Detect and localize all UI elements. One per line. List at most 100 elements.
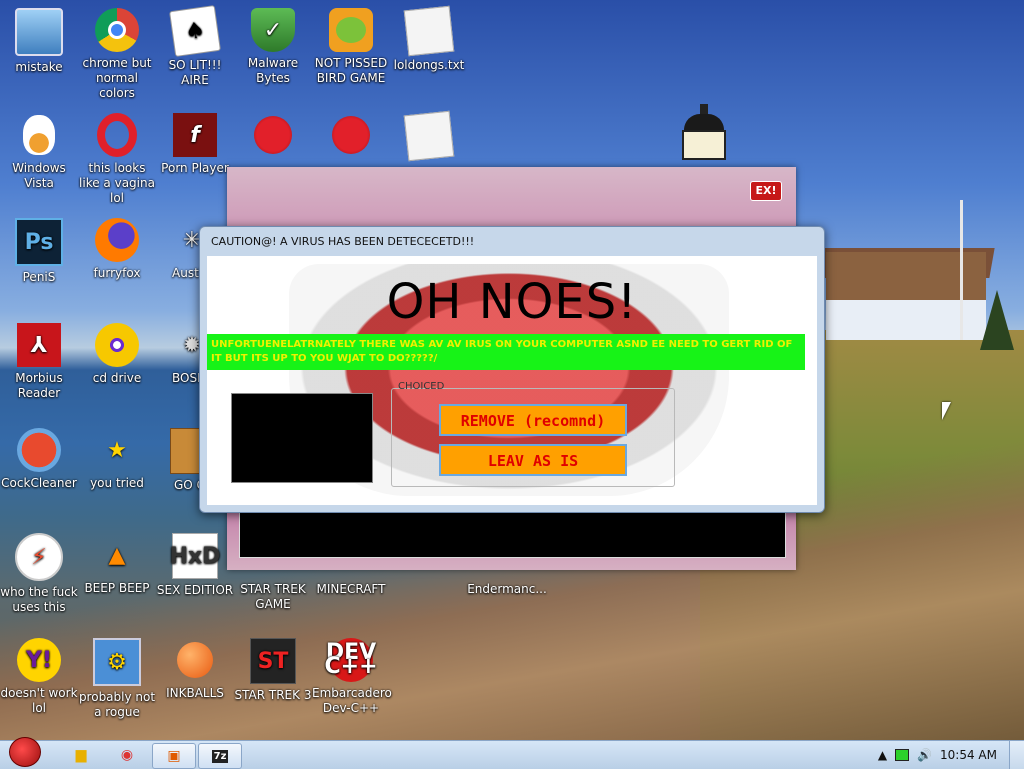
desktop-icon-you-tried[interactable]: ★ you tried bbox=[78, 428, 156, 491]
mouse-cursor bbox=[942, 402, 951, 420]
shield-icon: ✓ bbox=[251, 8, 295, 52]
desktop-icon-label: INKBALLS bbox=[166, 686, 224, 700]
star-trek-icon: ST bbox=[250, 638, 296, 684]
desktop-icon-star-trek-game[interactable]: STAR TREK GAME bbox=[234, 582, 312, 612]
desktop-icon-label: MINECRAFT bbox=[316, 582, 386, 596]
firefox-icon bbox=[95, 218, 139, 262]
windows-explorer-icon: ▆ bbox=[75, 747, 87, 763]
angry-bird-icon bbox=[251, 113, 295, 157]
desktop-icon-photoshop[interactable]: Ps PeniS bbox=[0, 218, 78, 285]
choice-group: CHOICED REMOVE (recomnd) LEAV AS IS bbox=[391, 381, 675, 487]
desktop-icon-cd-drive[interactable]: cd drive bbox=[78, 323, 156, 386]
desktop-icon-sex-editior[interactable]: HxD SEX EDITIOR bbox=[156, 533, 234, 598]
text-file-icon bbox=[403, 110, 455, 162]
desktop-icon-loldongs[interactable]: loldongs.txt bbox=[390, 5, 468, 73]
desktop-icon-label: you tried bbox=[90, 476, 144, 490]
desktop-icon-windows-vista[interactable]: Windows Vista bbox=[0, 113, 78, 191]
taskbar-7zip[interactable]: 7z bbox=[198, 743, 242, 769]
desktop-icon-label: SO LIT!!! AIRE bbox=[168, 58, 222, 87]
desktop-icon-bomb-sim[interactable]: ✹ BOSI SIMULA bbox=[156, 323, 200, 386]
desktop-icon-label: furryfox bbox=[93, 266, 141, 280]
egg-icon bbox=[17, 113, 61, 157]
cards-icon: ♠ bbox=[169, 5, 221, 57]
desktop-icon-solitaire[interactable]: ♠ SO LIT!!! AIRE bbox=[156, 5, 234, 88]
desktop-icon-minecraft[interactable]: MINECRAFT bbox=[312, 582, 390, 597]
desktop-icon-inkballs[interactable]: INKBALLS bbox=[156, 638, 234, 701]
desktop-icon-star-trek-3[interactable]: ST STAR TREK 3 bbox=[234, 638, 312, 703]
desktop-icon-label: cd drive bbox=[92, 371, 142, 385]
desktop-icon-chrome[interactable]: chrome but normal colors bbox=[78, 8, 156, 101]
desktop-icon-label: BOSI SIMULA bbox=[172, 371, 200, 385]
vlc-cone-icon: ▲ bbox=[108, 542, 126, 568]
desktop-icon-malwarebytes[interactable]: ✓ Malware Bytes bbox=[234, 8, 312, 86]
hxd-icon: HxD bbox=[170, 533, 220, 579]
desktop-icon-label: Windows Vista bbox=[12, 161, 66, 190]
desktop-icon-opera[interactable]: this looks like a vagina lol bbox=[78, 113, 156, 206]
taskbar: ▆ ◉ ▣ 7z ▲ 🔊 10:54 AM bbox=[0, 737, 1024, 769]
dialog-client: OH NOES! UNFORTUENELATRNATELY THERE WAS … bbox=[207, 256, 817, 505]
desktop-icon-firefox[interactable]: furryfox bbox=[78, 218, 156, 281]
desktop-icon-label: CockCleaner bbox=[1, 476, 77, 490]
clock[interactable]: 10:54 AM bbox=[940, 748, 997, 762]
chrome-icon bbox=[95, 8, 139, 52]
desktop-icon-probably-not-rogue[interactable]: ⚙ probably not a rogue bbox=[78, 638, 156, 720]
desktop-icon-porn-player[interactable]: f Porn Player bbox=[156, 113, 234, 176]
desktop-icon-label: STAR TREK GAME bbox=[240, 582, 306, 611]
text-file-icon bbox=[403, 5, 455, 57]
desktop-icon-text-file[interactable] bbox=[390, 110, 468, 163]
desktop-icon-morbius-reader[interactable]: ⅄ Morbius Reader bbox=[0, 323, 78, 401]
desktop-icon-gadgets[interactable]: GO G GADG bbox=[156, 428, 200, 493]
desktop-icon-endermanc[interactable]: Endermanc... bbox=[464, 582, 550, 597]
taskbar-chrome[interactable]: ◉ bbox=[110, 743, 144, 767]
taskbar-explorer[interactable]: ▆ bbox=[64, 743, 98, 767]
desktop-icon-yahoo[interactable]: Y! doesn't work lol bbox=[0, 638, 78, 716]
inkball-icon bbox=[173, 638, 217, 682]
desktop-icon-label: NOT PISSED BIRD GAME bbox=[314, 56, 388, 85]
desktop-icon-label: mistake bbox=[15, 60, 63, 74]
desktop-icon-label: GO G GADG bbox=[174, 478, 200, 492]
system-tray: ▲ 🔊 10:54 AM bbox=[878, 741, 1024, 769]
start-button[interactable] bbox=[0, 735, 50, 769]
desktop-icon-label: Endermanc... bbox=[467, 582, 547, 596]
desktop-icon-label: chrome but normal colors bbox=[82, 56, 152, 100]
desktop-icon-devcpp[interactable]: DEV C++ Embarcadero Dev-C++ bbox=[312, 638, 392, 716]
taskbar-app-window[interactable]: ▣ bbox=[152, 743, 196, 769]
black-panel bbox=[239, 510, 786, 558]
gears-icon: ⚙ bbox=[93, 638, 141, 686]
desktop-icon-label: BEEP BEEP bbox=[84, 581, 150, 595]
desktop-icon-label: doesn't work lol bbox=[0, 686, 78, 715]
remove-button[interactable]: REMOVE (recomnd) bbox=[439, 404, 627, 436]
briefcase-icon bbox=[170, 428, 200, 474]
bomb-icon: ✹ bbox=[182, 332, 200, 358]
angry-bird-start-icon bbox=[9, 737, 41, 767]
desktop-icon-ccleaner[interactable]: CockCleaner bbox=[0, 428, 78, 491]
desktop-icon-angry-birds-2[interactable] bbox=[312, 113, 390, 161]
desktop-icon-mistake[interactable]: mistake bbox=[0, 8, 78, 75]
desktop-icon-label: probably not a rogue bbox=[78, 690, 156, 719]
virus-message: UNFORTUENELATRNATELY THERE WAS AV AV IRU… bbox=[207, 334, 805, 370]
flash-icon: f bbox=[173, 113, 217, 157]
volume-icon[interactable]: 🔊 bbox=[917, 748, 932, 762]
wallpaper-lighthouse bbox=[676, 104, 732, 168]
desktop-icon-angry-birds-1[interactable] bbox=[234, 113, 312, 161]
desktop-icon-austi[interactable]: ✳ Austi bbox=[156, 218, 200, 281]
desktop-icon-bird-game[interactable]: NOT PISSED BIRD GAME bbox=[312, 8, 390, 86]
desktop-icon-label: SEX EDITIOR bbox=[156, 583, 234, 597]
desktop-icon-beep-beep[interactable]: ▲ BEEP BEEP bbox=[78, 533, 156, 596]
star-icon: ★ bbox=[107, 437, 127, 463]
black-image-box bbox=[231, 393, 373, 483]
tray-expand-icon[interactable]: ▲ bbox=[878, 748, 887, 762]
app-window-icon: ▣ bbox=[167, 748, 181, 764]
desktop-icon-who-uses-this[interactable]: ⚡ who the fuck uses this bbox=[0, 533, 78, 615]
yahoo-icon: Y! bbox=[17, 638, 61, 682]
opera-icon bbox=[95, 113, 139, 157]
leave-as-is-button[interactable]: LEAV AS IS bbox=[439, 444, 627, 476]
dialog-headline: OH NOES! bbox=[386, 274, 638, 330]
virus-dialog: CAUTION@! A VIRUS HAS BEEN DETECECETD!!!… bbox=[199, 226, 825, 513]
desktop-icon-label: Austi bbox=[172, 266, 200, 280]
wallpaper-flagpole bbox=[960, 200, 963, 340]
show-desktop-button[interactable] bbox=[1009, 741, 1024, 769]
ex-close-button[interactable]: EX! bbox=[750, 181, 782, 201]
battery-icon[interactable] bbox=[895, 749, 910, 761]
spider-icon: ✳ bbox=[182, 227, 200, 253]
